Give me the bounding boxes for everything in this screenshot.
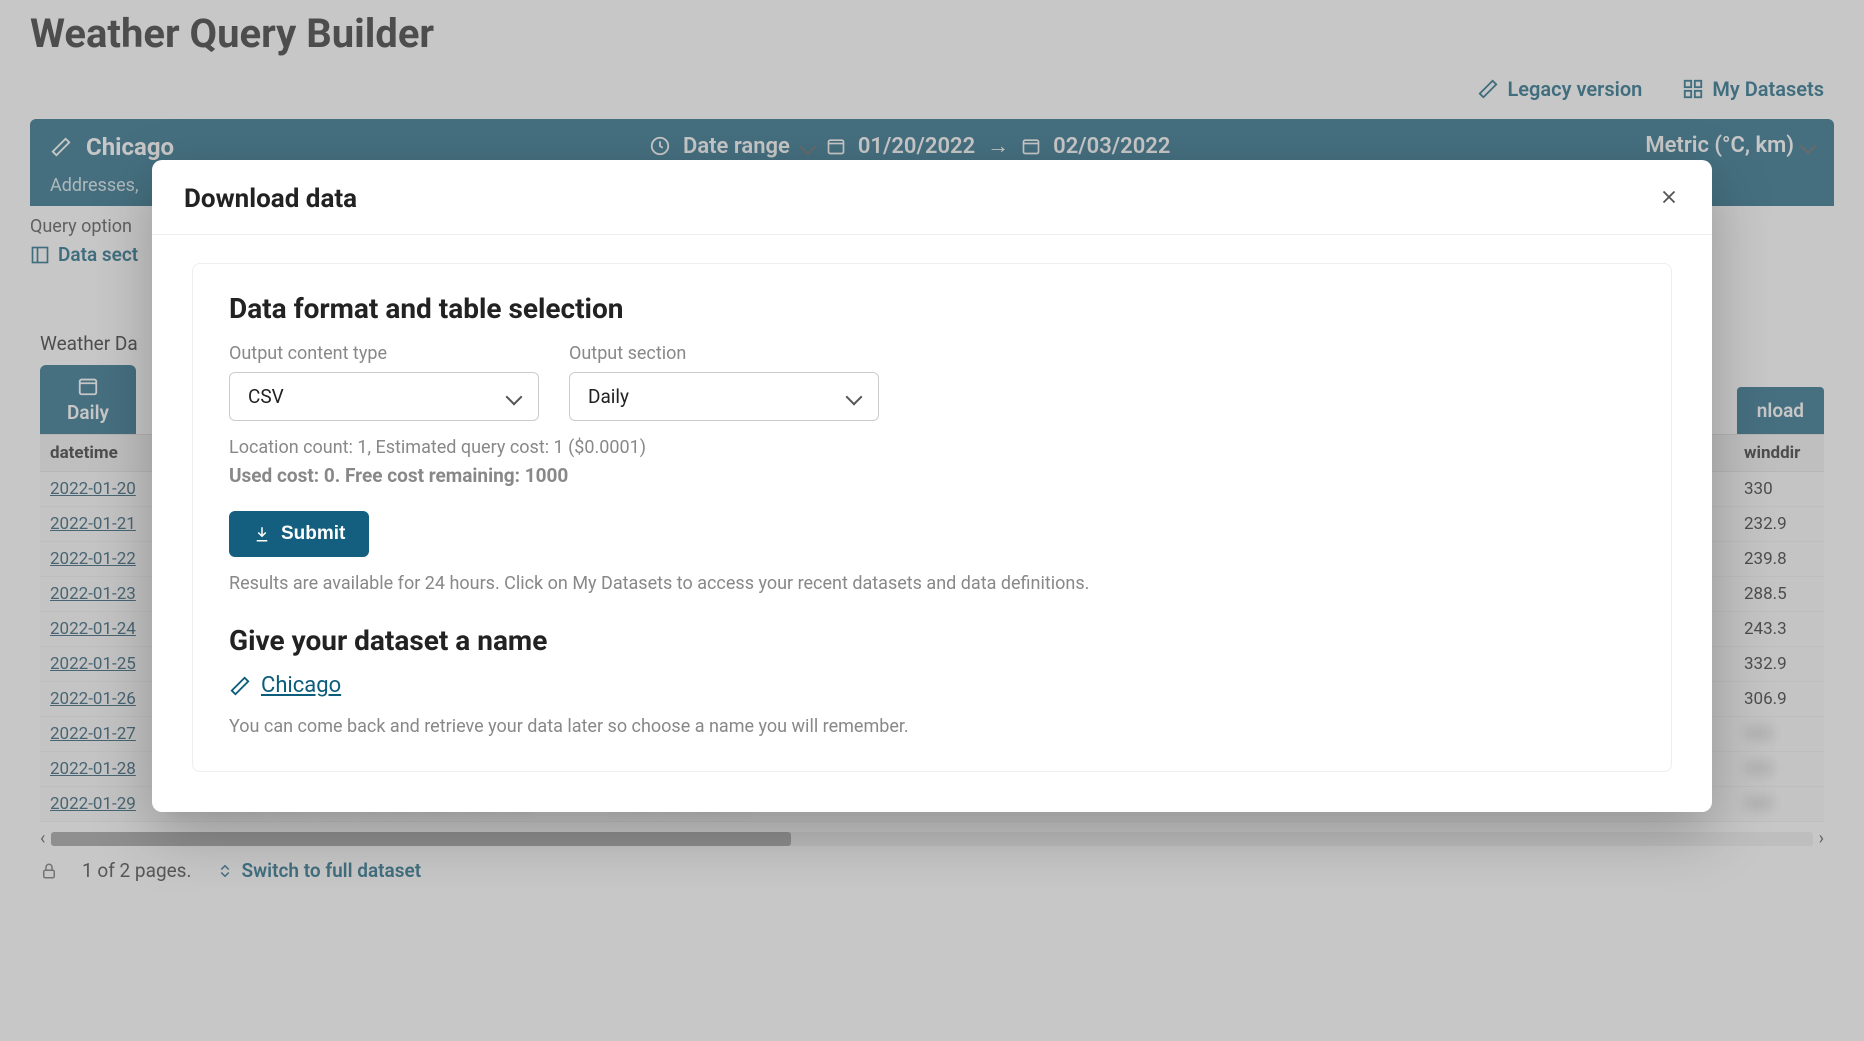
submit-button[interactable]: Submit xyxy=(229,511,369,557)
close-button[interactable] xyxy=(1658,186,1680,213)
chevron-down-icon xyxy=(848,385,860,408)
output-type-select[interactable]: CSV xyxy=(229,372,539,421)
cost-remaining: Used cost: 0. Free cost remaining: 1000 xyxy=(229,464,1635,487)
cost-estimate: Location count: 1, Estimated query cost:… xyxy=(229,437,1635,458)
output-section-label: Output section xyxy=(569,343,879,364)
dataset-name-edit[interactable]: Chicago xyxy=(229,673,1635,698)
close-icon xyxy=(1658,186,1680,208)
download-modal: Download data Data format and table sele… xyxy=(152,160,1712,812)
pencil-icon xyxy=(229,675,251,697)
chevron-down-icon xyxy=(508,385,520,408)
name-header: Give your dataset a name xyxy=(229,624,1635,657)
download-icon xyxy=(253,525,271,543)
name-hint: You can come back and retrieve your data… xyxy=(229,716,1635,737)
output-section-select[interactable]: Daily xyxy=(569,372,879,421)
modal-title: Download data xyxy=(184,184,357,214)
dataset-name-link[interactable]: Chicago xyxy=(261,673,341,698)
availability-note: Results are available for 24 hours. Clic… xyxy=(229,573,1635,594)
output-type-label: Output content type xyxy=(229,343,539,364)
section-title: Data format and table selection xyxy=(229,292,1635,325)
modal-overlay: Download data Data format and table sele… xyxy=(0,0,1864,1041)
